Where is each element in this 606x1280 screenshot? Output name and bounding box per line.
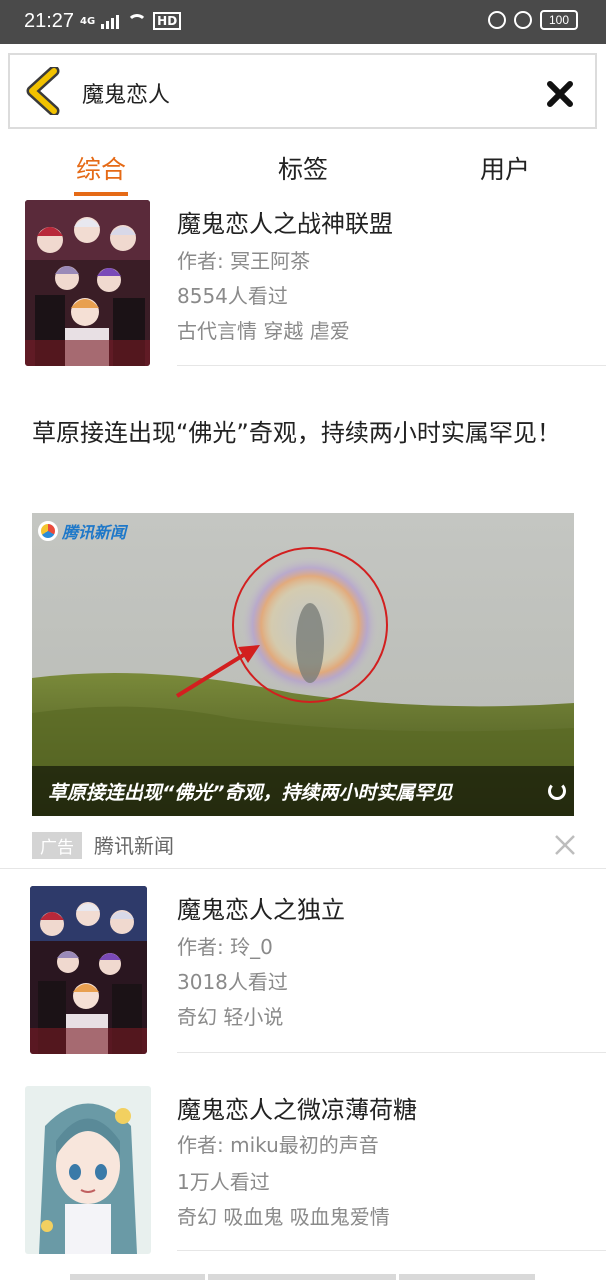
back-arrow-icon[interactable] (24, 67, 64, 115)
book-list-item[interactable]: 魔鬼恋人之战神联盟 作者: 冥王阿茶 8554人看过 古代言情 穿越 虐爱 (0, 200, 606, 370)
book-cover-image[interactable] (25, 200, 150, 366)
ad-logo: 腾讯新闻 (38, 519, 126, 543)
search-bar: 魔鬼恋人 (8, 53, 597, 129)
book-title[interactable]: 魔鬼恋人之战神联盟 (177, 204, 393, 239)
divider (0, 868, 606, 869)
active-tab-indicator (74, 192, 128, 196)
result-tabs: 综合 标签 用户 (0, 140, 606, 198)
tab-tags[interactable]: 标签 (243, 150, 363, 186)
book-tags: 奇幻 轻小说 (177, 1005, 284, 1029)
tab-comprehensive[interactable]: 综合 (41, 150, 161, 186)
lock-rotation-icon (488, 11, 506, 29)
status-bar: 21:27 4G HD 100 (0, 0, 606, 44)
book-list-item[interactable]: 魔鬼恋人之微凉薄荷糖 作者: miku最初的声音 1万人看过 奇幻 吸血鬼 吸血… (0, 1086, 606, 1256)
ad-logo-text: 腾讯新闻 (62, 523, 127, 542)
book-views: 1万人看过 (177, 1170, 270, 1194)
ad-caption-bar: 草原接连出现“佛光”奇观，持续两小时实属罕见 (32, 766, 574, 816)
next-item-edge (208, 1274, 396, 1280)
tencent-news-logo-icon (38, 521, 58, 541)
book-list-item[interactable]: 魔鬼恋人之独立 作者: 玲_0 3018人看过 奇幻 轻小说 (0, 886, 606, 1056)
ad-label-badge: 广告 (32, 832, 82, 859)
status-right-icons: 100 (488, 10, 578, 30)
search-input[interactable]: 魔鬼恋人 (82, 77, 170, 109)
divider (177, 1250, 606, 1251)
ad-source: 腾讯新闻 (94, 834, 174, 858)
book-views: 3018人看过 (177, 970, 288, 994)
ad-image-caption: 草原接连出现“佛光”奇观，持续两小时实属罕见 (48, 782, 453, 804)
book-tags: 奇幻 吸血鬼 吸血鬼爱情 (177, 1205, 390, 1229)
book-author: 作者: miku最初的声音 (177, 1133, 379, 1157)
next-item-edge (70, 1274, 205, 1280)
status-left-icons: 4G HD (80, 12, 182, 30)
hd-icon: HD (153, 12, 182, 30)
divider (177, 1052, 606, 1053)
close-ad-icon[interactable] (554, 834, 576, 856)
status-time: 21:27 (24, 10, 75, 32)
book-author: 作者: 玲_0 (177, 935, 273, 959)
tab-users[interactable]: 用户 (445, 150, 565, 186)
book-title[interactable]: 魔鬼恋人之微凉薄荷糖 (177, 1090, 417, 1125)
battery-icon: 100 (540, 10, 578, 30)
clear-search-icon[interactable] (545, 79, 575, 109)
wifi-icon (127, 14, 148, 28)
next-item-edge (399, 1274, 535, 1280)
book-author: 作者: 冥王阿茶 (177, 249, 311, 273)
ad-headline[interactable]: 草原接连出现“佛光”奇观，持续两小时实属罕见！ (32, 414, 582, 452)
ad-image[interactable]: 腾讯新闻 草原接连出现“佛光”奇观，持续两小时实属罕见 (32, 513, 574, 816)
book-cover-image[interactable] (25, 1086, 151, 1254)
refresh-icon (548, 782, 566, 800)
book-title[interactable]: 魔鬼恋人之独立 (177, 890, 345, 925)
book-views: 8554人看过 (177, 284, 288, 308)
network-label: 4G (80, 15, 96, 27)
divider (177, 365, 606, 366)
signal-icon (101, 13, 121, 29)
alarm-icon (514, 11, 532, 29)
book-tags: 古代言情 穿越 虐爱 (177, 319, 350, 343)
book-cover-image[interactable] (30, 886, 147, 1054)
